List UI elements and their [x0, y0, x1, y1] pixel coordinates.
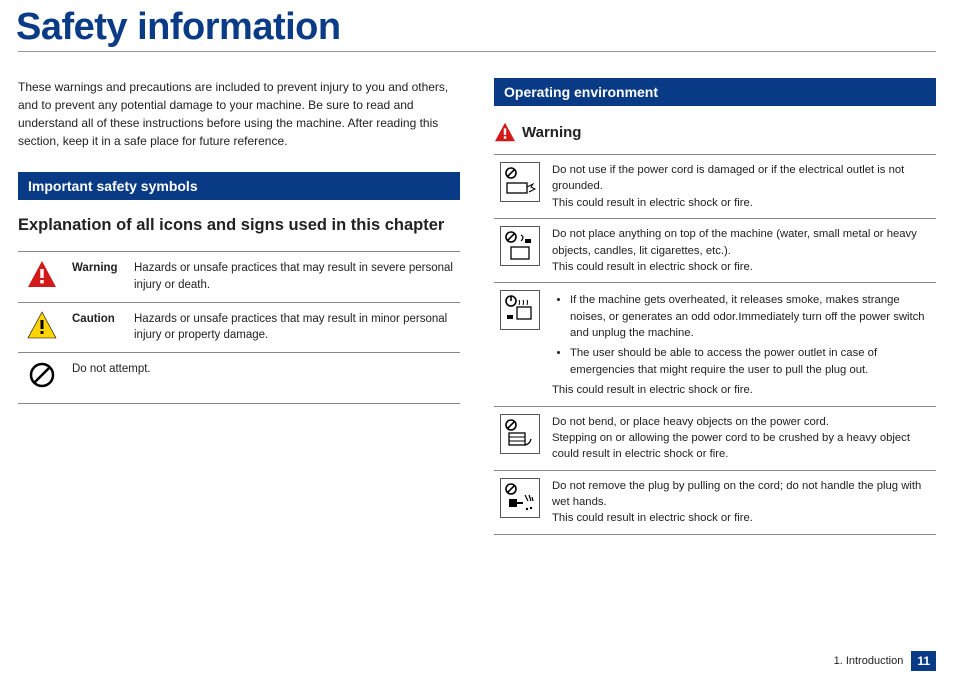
- hazard-bend-cord-icon: [500, 414, 540, 454]
- page-title: Safety information: [16, 6, 936, 49]
- warning-heading: Warning: [494, 122, 936, 142]
- symbol-label: Caution: [66, 302, 128, 353]
- table-row: Do not remove the plug by pulling on the…: [494, 470, 936, 534]
- warning-cell: Do not remove the plug by pulling on the…: [546, 470, 936, 534]
- symbol-label: Warning: [66, 252, 128, 303]
- table-row: Do not attempt.: [18, 353, 460, 404]
- warning-red-icon: [494, 122, 516, 142]
- warning-red-icon: [27, 260, 57, 288]
- table-row: Do not use if the power cord is damaged …: [494, 155, 936, 219]
- prohibit-icon-cell: [18, 353, 66, 404]
- warning-line: Do not bend, or place heavy objects on t…: [552, 414, 930, 430]
- footer-section: 1. Introduction: [834, 655, 904, 667]
- table-row: Warning Hazards or unsafe practices that…: [18, 252, 460, 303]
- right-column: Operating environment Warning Do not use…: [494, 78, 936, 535]
- symbol-desc: Hazards or unsafe practices that may res…: [128, 252, 460, 303]
- table-row: Do not place anything on top of the mach…: [494, 219, 936, 283]
- caution-yellow-icon: [27, 311, 57, 339]
- warning-heading-label: Warning: [522, 124, 581, 141]
- warning-line: Do not place anything on top of the mach…: [552, 226, 930, 259]
- left-column: These warnings and precautions are inclu…: [18, 78, 460, 535]
- hazard-wet-plug-icon: [500, 478, 540, 518]
- page-footer: 1. Introduction 11: [834, 651, 936, 671]
- warning-line: This could result in electric shock or f…: [552, 259, 930, 275]
- warning-cell: Do not use if the power cord is damaged …: [546, 155, 936, 219]
- warning-line: Do not remove the plug by pulling on the…: [552, 478, 930, 511]
- content-columns: These warnings and precautions are inclu…: [18, 78, 936, 535]
- warning-cell: Do not bend, or place heavy objects on t…: [546, 406, 936, 470]
- hazard-objects-on-top-icon: [500, 226, 540, 266]
- title-rule: [18, 51, 936, 52]
- page-number: 11: [911, 651, 936, 671]
- intro-paragraph: These warnings and precautions are inclu…: [18, 78, 460, 150]
- symbols-table: Warning Hazards or unsafe practices that…: [18, 251, 460, 404]
- warnings-table: Do not use if the power cord is damaged …: [494, 154, 936, 535]
- warning-line: This could result in electric shock or f…: [552, 195, 930, 211]
- hazard-cord-damaged-icon: [500, 162, 540, 202]
- warning-cell: Do not place anything on top of the mach…: [546, 219, 936, 283]
- warning-bullets: If the machine gets overheated, it relea…: [552, 292, 930, 378]
- warning-line: This could result in electric shock or f…: [552, 382, 930, 398]
- warning-bullet: If the machine gets overheated, it relea…: [570, 292, 930, 341]
- section-heading-symbols: Important safety symbols: [18, 172, 460, 200]
- section-heading-environment: Operating environment: [494, 78, 936, 106]
- table-row: If the machine gets overheated, it relea…: [494, 283, 936, 406]
- prohibit-icon: [28, 361, 56, 389]
- table-row: Do not bend, or place heavy objects on t…: [494, 406, 936, 470]
- warning-line: Do not use if the power cord is damaged …: [552, 162, 930, 195]
- table-row: Caution Hazards or unsafe practices that…: [18, 302, 460, 353]
- warning-line: This could result in electric shock or f…: [552, 510, 930, 526]
- warning-line: Stepping on or allowing the power cord t…: [552, 430, 930, 463]
- symbol-desc: Do not attempt.: [66, 353, 460, 404]
- symbols-subheading: Explanation of all icons and signs used …: [18, 216, 460, 235]
- caution-icon-cell: [18, 302, 66, 353]
- warning-cell: If the machine gets overheated, it relea…: [546, 283, 936, 406]
- symbol-desc: Hazards or unsafe practices that may res…: [128, 302, 460, 353]
- warning-bullet: The user should be able to access the po…: [570, 345, 930, 378]
- hazard-overheat-icon: [500, 290, 540, 330]
- warning-icon-cell: [18, 252, 66, 303]
